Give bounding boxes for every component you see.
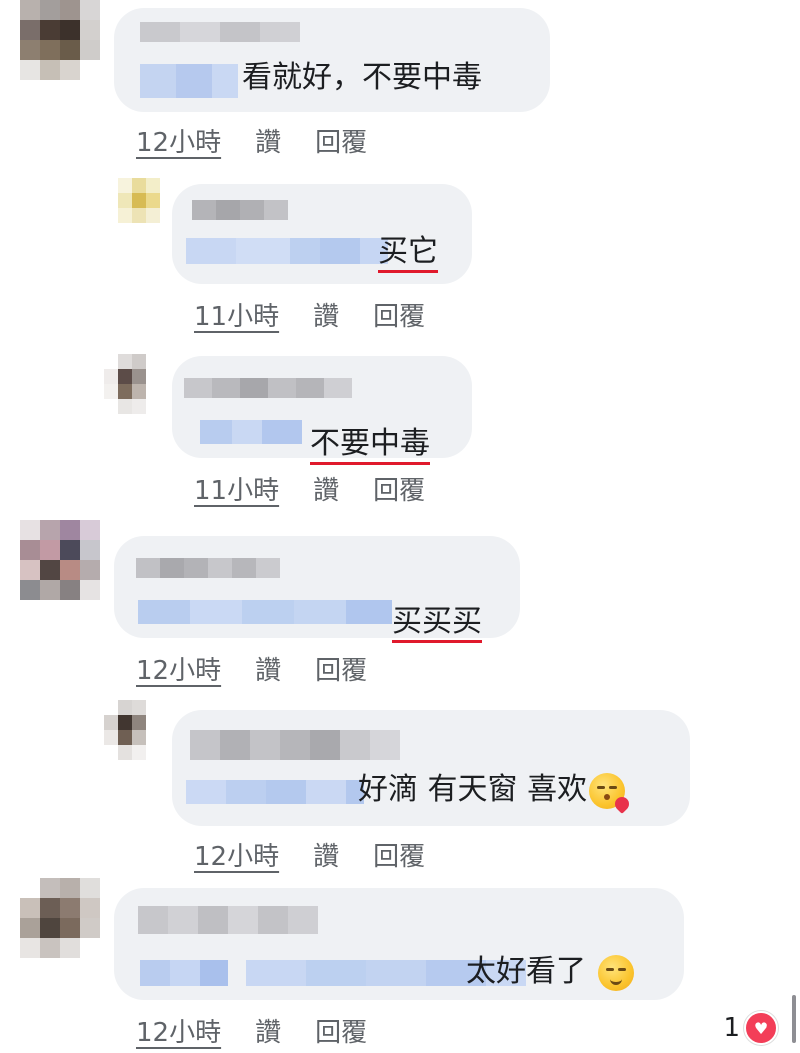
comment-actions: 11小時 讚 回覆 [194,470,425,507]
timestamp[interactable]: 11小時 [194,470,279,507]
like-button[interactable]: 讚 [255,650,281,687]
scrollbar[interactable] [792,995,796,1043]
comment-text: 买买买 [392,604,482,643]
author-name-blurred[interactable] [140,22,300,42]
comment-actions: 11小時 讚 回覆 [194,296,425,333]
like-button[interactable]: 讚 [313,470,339,507]
comment-bubble: 不要中毒 [172,356,472,465]
author-name-blurred[interactable] [184,378,352,398]
comment-bubble: 好滴 有天窗 喜欢 [172,710,690,826]
author-name-blurred[interactable] [138,906,318,934]
author-name-blurred[interactable] [136,558,280,578]
comment-bubble: 买买买 [114,536,520,643]
mention-blurred[interactable] [200,420,302,444]
comment-text: 不要中毒 [310,426,430,465]
avatar[interactable] [104,354,160,414]
comment-text: 太好看了 [466,954,634,991]
avatar[interactable] [20,878,100,958]
comment-bubble: 太好看了 [114,888,684,1000]
comment-2: 买它 11小時 讚 回覆 [0,178,800,338]
reply-button[interactable]: 回覆 [315,1012,367,1049]
reaction-summary[interactable]: 1 ♥ [723,1011,778,1045]
mention-blurred[interactable] [186,238,388,264]
kissing-face-emoji [589,772,632,814]
like-button[interactable]: 讚 [313,836,339,873]
comment-actions: 12小時 讚 回覆 [136,1012,367,1049]
comment-bubble: 看就好，不要中毒 [114,8,550,112]
comment-5: 好滴 有天窗 喜欢 12小時 讚 回覆 [0,700,800,872]
timestamp[interactable]: 12小時 [136,650,221,687]
mention-blurred[interactable] [186,780,364,804]
comment-text: 看就好，不要中毒 [242,60,482,95]
comment-actions: 12小時 讚 回覆 [136,122,367,159]
comment-6: 太好看了 12小時 讚 回覆 1 ♥ [0,878,800,1053]
like-button[interactable]: 讚 [255,1012,281,1049]
reply-button[interactable]: 回覆 [315,122,367,159]
reaction-count: 1 [723,1013,740,1043]
comment-4: 买买买 12小時 讚 回覆 [0,520,800,690]
like-button[interactable]: 讚 [255,122,281,159]
avatar[interactable] [20,0,100,80]
comment-1: 看就好，不要中毒 12小時 讚 回覆 [0,0,800,170]
comment-bubble: 买它 [172,184,472,284]
author-name-blurred[interactable] [192,200,288,220]
avatar[interactable] [104,700,160,760]
like-button[interactable]: 讚 [313,296,339,333]
timestamp[interactable]: 11小時 [194,296,279,333]
mention-blurred[interactable] [138,600,392,624]
avatar[interactable] [20,520,100,600]
author-name-blurred[interactable] [190,730,400,760]
heart-reaction-icon: ♥ [744,1011,778,1045]
reply-button[interactable]: 回覆 [373,836,425,873]
relieved-face-emoji [597,954,634,991]
reply-button[interactable]: 回覆 [373,470,425,507]
avatar[interactable] [118,178,174,238]
reply-button[interactable]: 回覆 [373,296,425,333]
comment-3: 不要中毒 11小時 讚 回覆 [0,340,800,510]
timestamp[interactable]: 12小時 [136,122,221,159]
comment-text: 好滴 有天窗 喜欢 [358,772,632,814]
comment-text: 买它 [378,234,438,273]
comment-actions: 12小時 讚 回覆 [136,650,367,687]
timestamp[interactable]: 12小時 [136,1012,221,1049]
mention-blurred[interactable] [140,64,238,98]
comment-actions: 12小時 讚 回覆 [194,836,425,873]
timestamp[interactable]: 12小時 [194,836,279,873]
reply-button[interactable]: 回覆 [315,650,367,687]
